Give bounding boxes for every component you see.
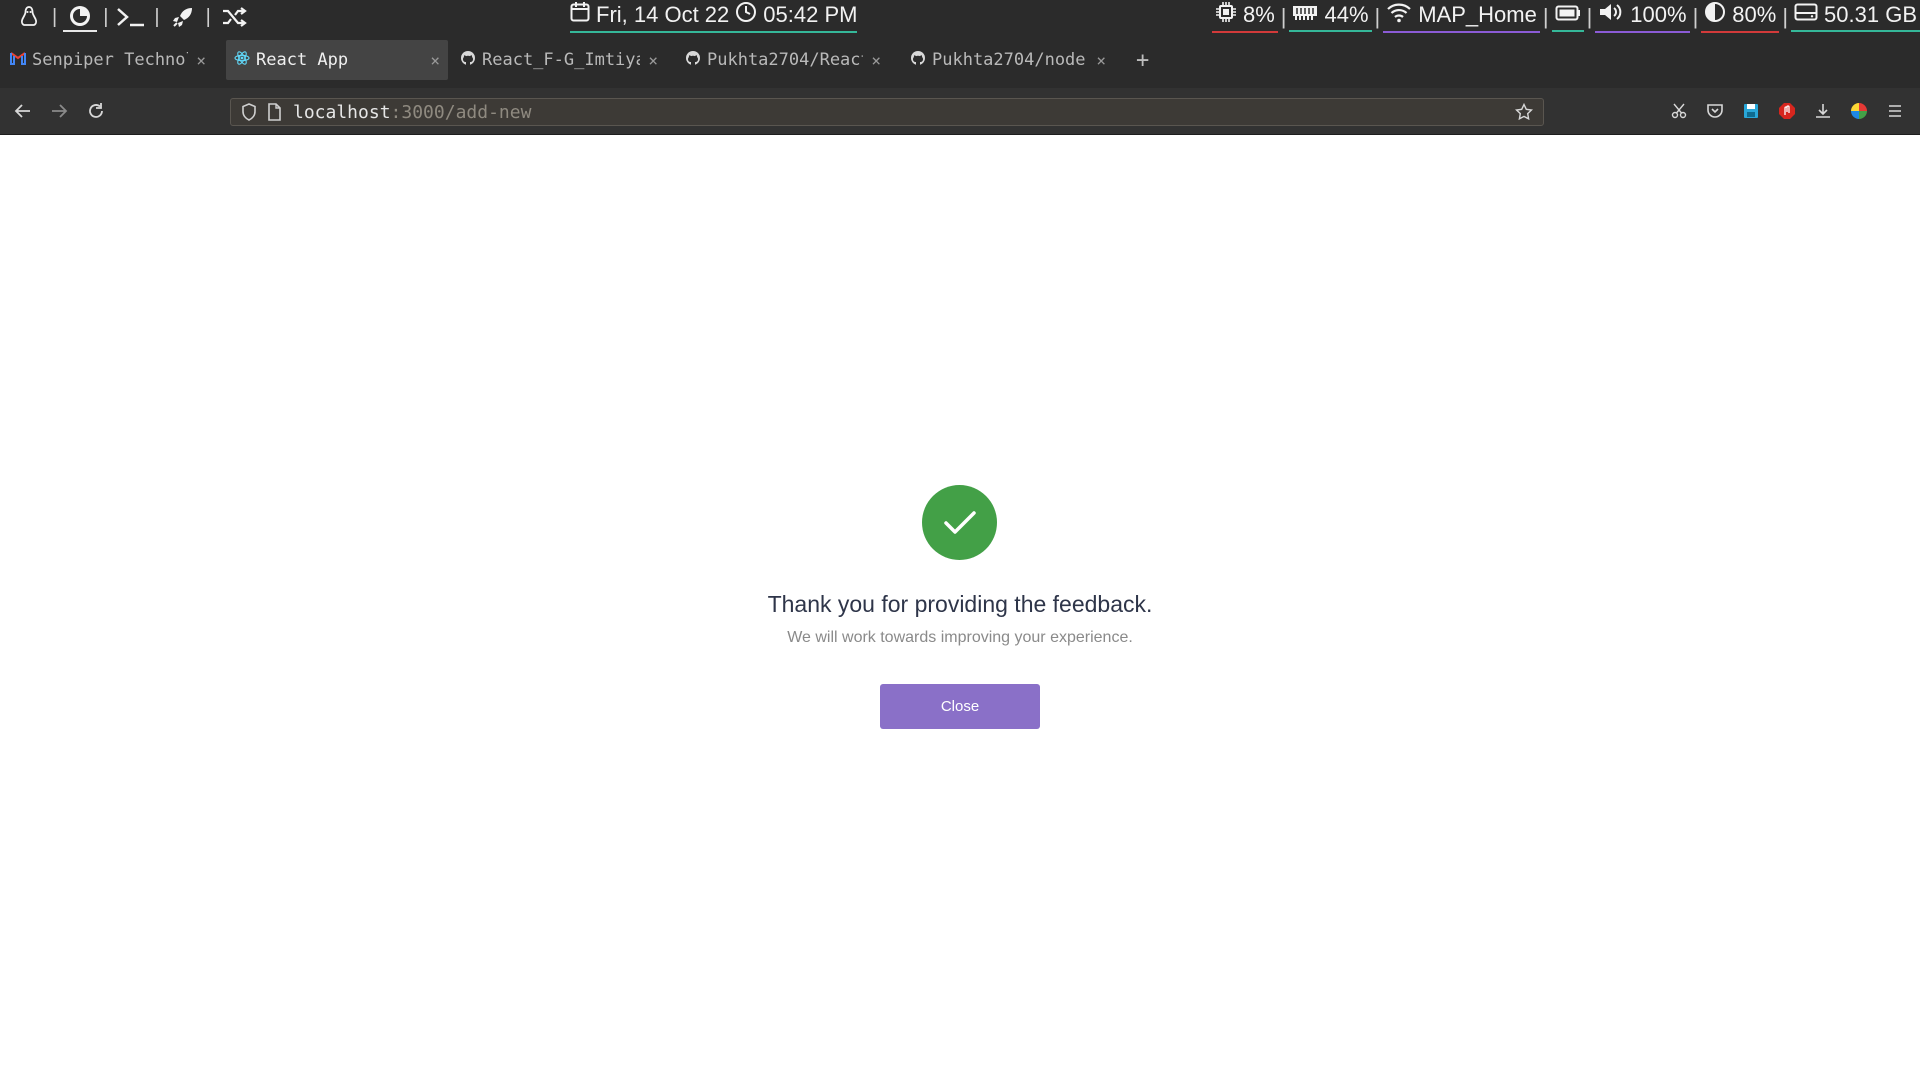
separator: |: [205, 5, 211, 28]
gmail-icon: [10, 50, 26, 70]
tab-close-icon[interactable]: ×: [430, 51, 440, 70]
tab-react-app[interactable]: React App ×: [226, 40, 448, 80]
separator: |: [1692, 4, 1699, 29]
calendar-icon: [570, 1, 590, 29]
github-icon: [460, 50, 476, 71]
brightness-icon: [1704, 1, 1726, 29]
disk-value: 50.31 GB: [1824, 2, 1917, 27]
tab-close-icon[interactable]: ×: [196, 51, 206, 70]
pocket-icon[interactable]: [1704, 100, 1726, 122]
tab-senpiper[interactable]: Senpiper Technologies ×: [2, 40, 214, 80]
clock-widget[interactable]: Fri, 14 Oct 22 05:42 PM: [570, 0, 858, 34]
screenshot-icon[interactable]: [1668, 100, 1690, 122]
page-icon[interactable]: [267, 103, 281, 121]
date-text: Fri, 14 Oct 22: [596, 2, 730, 27]
navigation-bar: localhost:3000/add-new: [0, 88, 1920, 135]
confirmation-title: Thank you for providing the feedback.: [767, 591, 1153, 617]
tab-title: React_F-G_Imtiyaz: [482, 50, 641, 70]
disk-icon: [1794, 2, 1818, 28]
wifi-icon: [1386, 1, 1412, 29]
shuffle-icon[interactable]: [217, 3, 251, 31]
tab-title: Senpiper Technologies: [32, 50, 188, 70]
separator: |: [1782, 4, 1789, 29]
back-icon[interactable]: [12, 100, 34, 122]
tab-title: React App: [256, 50, 349, 70]
tab-title: Pukhta2704/React: [707, 50, 864, 70]
github-icon: [685, 50, 701, 71]
url-host: localhost: [293, 101, 391, 123]
tab-pukhta-react[interactable]: Pukhta2704/React ×: [677, 40, 889, 80]
bookmark-star-icon[interactable]: [1515, 103, 1533, 121]
react-icon: [234, 50, 250, 71]
volume-indicator[interactable]: 100%: [1595, 1, 1690, 33]
new-tab-button[interactable]: +: [1136, 48, 1149, 73]
separator: |: [1280, 4, 1287, 29]
github-icon: [910, 50, 926, 71]
save-extension-icon[interactable]: [1740, 100, 1762, 122]
separator: |: [1542, 4, 1549, 29]
separator: |: [1586, 4, 1593, 29]
downloads-icon[interactable]: [1812, 100, 1834, 122]
reload-icon[interactable]: [85, 100, 107, 122]
brightness-value: 80%: [1732, 2, 1777, 27]
separator: |: [1374, 4, 1381, 29]
confirmation-subtitle: We will work towards improving your expe…: [787, 629, 1133, 646]
volume-value: 100%: [1630, 2, 1687, 27]
battery-icon: [1555, 2, 1581, 28]
tab-pukhta-node[interactable]: Pukhta2704/node ×: [902, 40, 1114, 80]
menu-icon[interactable]: [1884, 100, 1906, 122]
tab-strip: Senpiper Technologies × React App × Reac…: [0, 34, 1920, 88]
terminal-icon[interactable]: [114, 3, 148, 31]
separator: |: [103, 5, 109, 28]
separator: |: [52, 5, 58, 28]
volume-icon: [1598, 1, 1624, 29]
status-tray: 8% | 44% | MAP_Home | | 100% | 80% | 50.…: [1211, 0, 1920, 34]
success-check-icon: [922, 485, 997, 560]
page-content: Thank you for providing the feedback. We…: [0, 135, 1920, 1080]
url-bar[interactable]: localhost:3000/add-new: [230, 98, 1544, 126]
battery-indicator[interactable]: [1551, 2, 1584, 32]
color-picker-icon[interactable]: [1848, 100, 1870, 122]
shield-icon[interactable]: [241, 103, 257, 121]
browser-workspace-icon[interactable]: [63, 2, 98, 32]
tab-react-fg[interactable]: React_F-G_Imtiyaz ×: [452, 40, 666, 80]
cpu-value: 8%: [1242, 2, 1275, 27]
system-bar: | | | | Fri, 14 Oct 22 05:42 PM 8% | 44%…: [0, 0, 1920, 34]
tab-close-icon[interactable]: ×: [1096, 51, 1106, 70]
clock-icon: [735, 1, 757, 29]
disk-indicator[interactable]: 50.31 GB: [1791, 2, 1920, 32]
workspace-switcher: | | | |: [12, 0, 251, 34]
tab-close-icon[interactable]: ×: [648, 51, 658, 70]
tab-close-icon[interactable]: ×: [871, 51, 881, 70]
url-path: :3000/add-new: [390, 101, 532, 123]
forward-icon[interactable]: [48, 100, 70, 122]
adblock-icon[interactable]: [1776, 100, 1798, 122]
memory-indicator[interactable]: 44%: [1289, 2, 1372, 32]
cpu-indicator[interactable]: 8%: [1211, 1, 1278, 33]
tab-title: Pukhta2704/node: [932, 50, 1086, 70]
brightness-indicator[interactable]: 80%: [1701, 1, 1780, 33]
wifi-indicator[interactable]: MAP_Home: [1383, 1, 1540, 33]
wifi-network-name: MAP_Home: [1418, 2, 1537, 27]
rocket-icon[interactable]: [166, 3, 200, 31]
time-text: 05:42 PM: [763, 2, 858, 27]
memory-icon: [1292, 2, 1318, 28]
linux-logo-icon[interactable]: [12, 3, 46, 31]
cpu-icon: [1215, 1, 1237, 29]
close-button[interactable]: Close: [880, 684, 1040, 729]
memory-value: 44%: [1324, 2, 1369, 27]
separator: |: [154, 5, 160, 28]
